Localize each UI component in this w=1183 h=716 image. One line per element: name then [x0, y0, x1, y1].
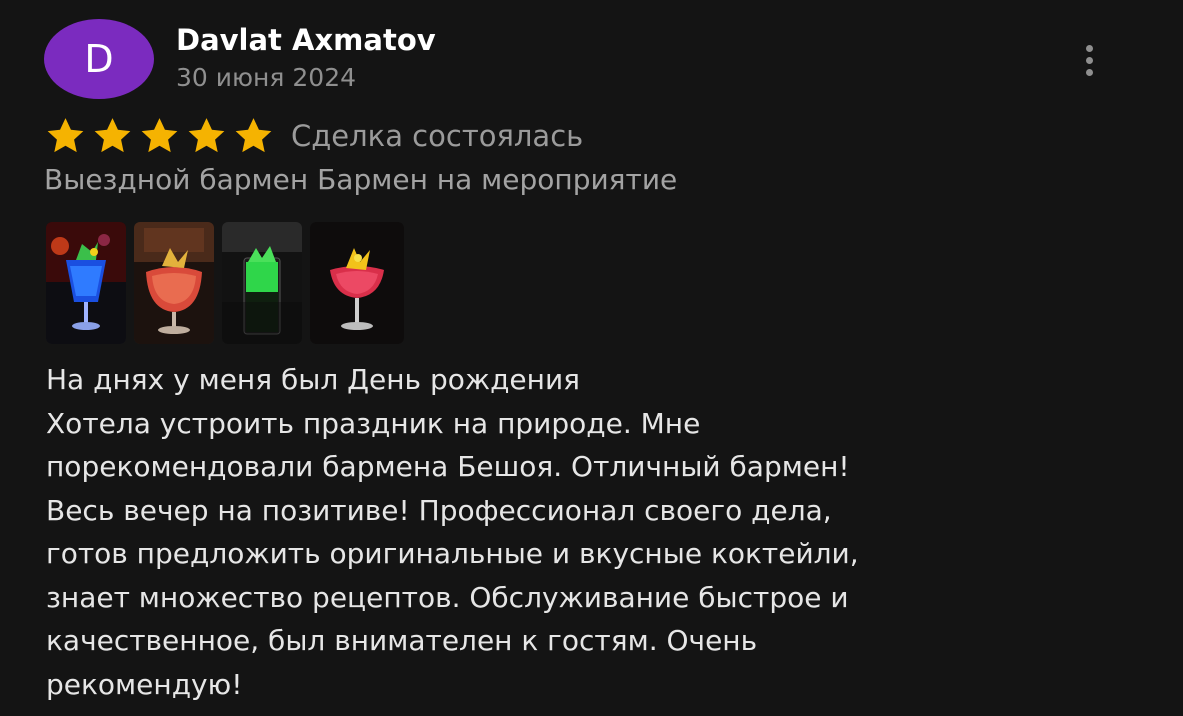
review-text-line: На днях у меня был День рождения: [46, 363, 581, 396]
star-icon: [47, 118, 84, 153]
deal-status: Сделка состоялась: [291, 119, 584, 153]
review-text-line: готов предложить оригинальные и вкусные …: [46, 537, 859, 570]
avatar[interactable]: D: [44, 19, 154, 99]
more-vertical-icon: [1085, 44, 1093, 52]
more-vertical-icon-dot: [1085, 56, 1093, 64]
blue-cocktail-photo: [46, 222, 126, 344]
review-text-line: качественное, был внимателен к гостям. О…: [46, 624, 758, 657]
avatar-initial: D: [84, 37, 114, 81]
service-name[interactable]: Выездной бармен Бармен на мероприятие: [44, 160, 677, 200]
review-text-line: рекомендую!: [46, 667, 243, 701]
review-card: D Davlat Axmatov 30 июня 2024 Сделка сос…: [0, 0, 1183, 716]
author-name[interactable]: Davlat Axmatov: [176, 22, 436, 58]
review-date: 30 июня 2024: [176, 63, 357, 92]
rating-row: Сделка состоялась: [44, 114, 583, 158]
review-text: На днях у меня был День рождения Хотела …: [46, 358, 1156, 706]
photo-thumbnail[interactable]: [46, 222, 126, 344]
star-icon: [94, 118, 131, 153]
review-text-line: Хотела устроить праздник на природе. Мне: [46, 406, 701, 440]
photo-thumbnail[interactable]: [134, 222, 214, 344]
star-icon: [141, 118, 178, 153]
more-vertical-icon-dot: [1085, 68, 1093, 76]
green-cocktail-photo: [222, 222, 302, 344]
photo-thumbnail[interactable]: [222, 222, 302, 344]
photo-gallery: [46, 222, 404, 344]
red-cocktail-photo: [134, 222, 214, 344]
review-text-line: знает множество рецептов. Обслуживание б…: [46, 580, 849, 614]
review-text-line: Весь вечер на позитиве! Профессионал сво…: [46, 493, 832, 527]
star-rating: [44, 115, 275, 157]
star-icon: [188, 118, 225, 153]
more-options-button[interactable]: [1076, 40, 1102, 80]
review-text-line: порекомендовали бармена Бешоя. Отличный …: [46, 450, 850, 483]
photo-thumbnail[interactable]: [310, 222, 404, 344]
star-icon: [235, 118, 272, 153]
pink-cocktail-photo: [310, 222, 404, 344]
